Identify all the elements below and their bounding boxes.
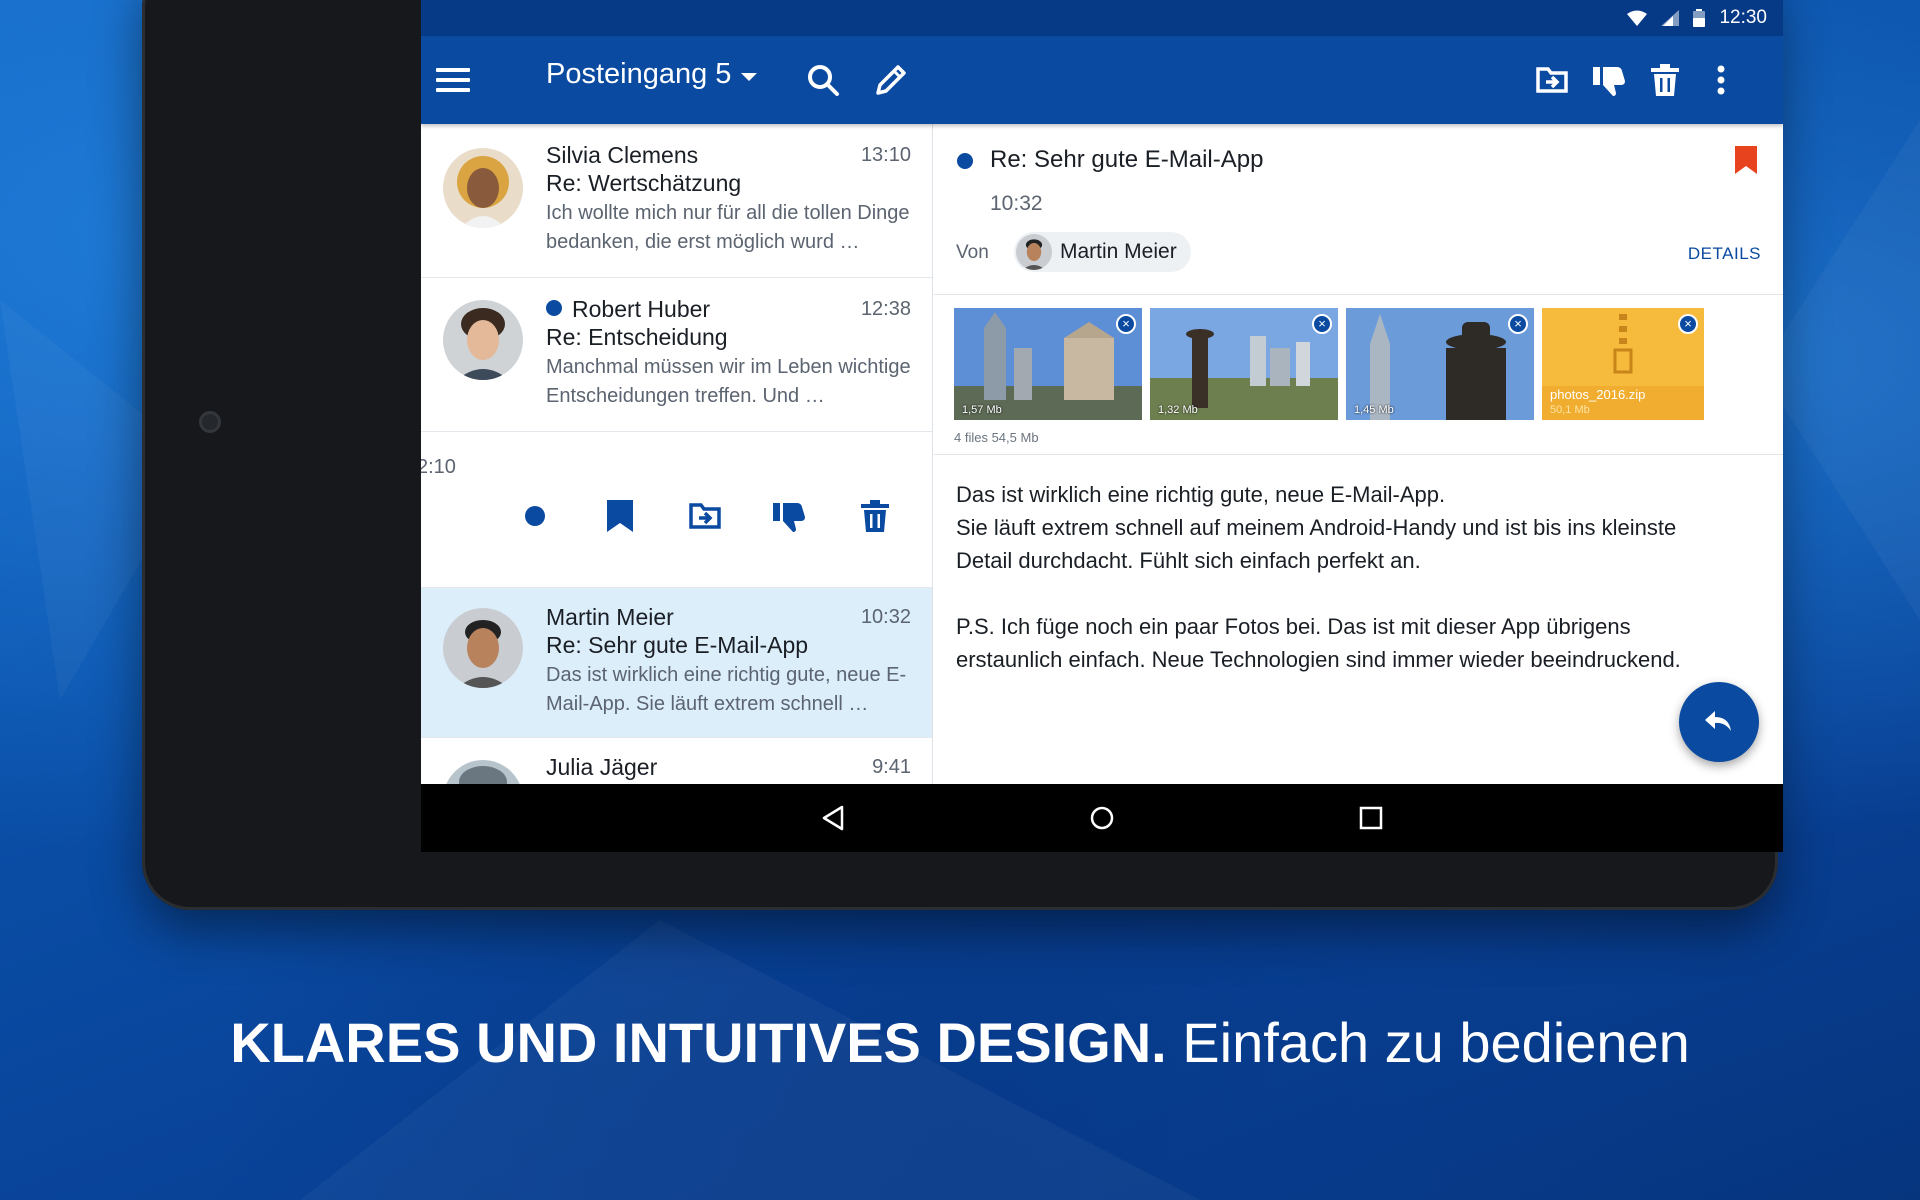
recents-icon[interactable] bbox=[1347, 794, 1395, 842]
sender-chip-name: Martin Meier bbox=[1060, 240, 1177, 263]
detail-time: 10:32 bbox=[990, 192, 1043, 215]
attachment-size: 50,1 Mb bbox=[1550, 404, 1590, 416]
message-subject: Re: Entscheidung bbox=[546, 324, 728, 350]
sender-name: Silvia Clemens bbox=[546, 142, 699, 168]
remove-attachment-icon[interactable]: × bbox=[1312, 314, 1332, 334]
folder-selector[interactable]: Posteingang 5 bbox=[546, 58, 758, 91]
message-time: 10:32 bbox=[860, 606, 911, 628]
message-subject: Re: Wertschätzung bbox=[546, 170, 742, 196]
message-preview: Ich wollte mich nur für all die tollen D… bbox=[546, 202, 910, 253]
message-time: 9:41 bbox=[872, 756, 911, 778]
message-subject: Re: Sehr gute E-Mail-App bbox=[546, 632, 809, 658]
sender-name: Martin Meier bbox=[546, 604, 674, 630]
trash-icon[interactable] bbox=[1637, 52, 1693, 108]
search-icon[interactable] bbox=[795, 52, 851, 108]
message-body: Das ist wirklich eine richtig gute, neue… bbox=[956, 482, 1681, 672]
avatar bbox=[443, 760, 523, 784]
front-camera bbox=[199, 411, 221, 433]
avatar bbox=[1016, 234, 1052, 270]
spam-thumbs-down-icon[interactable] bbox=[1581, 52, 1637, 108]
avatar bbox=[443, 148, 523, 228]
background-facet bbox=[1760, 120, 1920, 620]
attachment-thumbnail[interactable]: 1,57 Mb × bbox=[954, 308, 1142, 420]
message-time: 13:10 bbox=[860, 144, 911, 166]
message-row[interactable]: Silvia Clemens 13:10 Re: Wertschätzung I… bbox=[421, 124, 932, 278]
signal-icon bbox=[1661, 10, 1680, 26]
move-to-folder-icon[interactable] bbox=[683, 494, 727, 538]
sender-name: Julia Jäger bbox=[546, 754, 658, 780]
menu-icon[interactable] bbox=[425, 52, 481, 108]
attachment-size: 1,32 Mb bbox=[1158, 404, 1198, 416]
status-bar: 12:30 bbox=[421, 0, 1783, 36]
divider bbox=[934, 294, 1783, 295]
back-icon[interactable] bbox=[809, 794, 857, 842]
wifi-icon bbox=[1627, 10, 1648, 26]
attachment-thumbnail[interactable]: 1,32 Mb × bbox=[1150, 308, 1338, 420]
reply-button[interactable] bbox=[1679, 682, 1759, 762]
message-list: Silvia Clemens 13:10 Re: Wertschätzung I… bbox=[421, 124, 933, 784]
zip-file-icon bbox=[1613, 314, 1633, 374]
message-row[interactable]: Robert Huber 12:38 Re: Entscheidung Manc… bbox=[421, 278, 932, 432]
home-icon[interactable] bbox=[1078, 794, 1126, 842]
detail-subject: Re: Sehr gute E-Mail-App bbox=[990, 146, 1264, 173]
status-time: 12:30 bbox=[1719, 7, 1767, 28]
message-detail: Re: Sehr gute E-Mail-App 10:32 Von Marti… bbox=[934, 124, 1783, 784]
trash-icon[interactable] bbox=[853, 494, 897, 538]
sender-chip[interactable]: Martin Meier bbox=[1014, 232, 1191, 272]
sender-name: Robert Huber bbox=[546, 296, 710, 323]
chevron-down-icon bbox=[741, 72, 758, 81]
tagline-light: Einfach zu bedienen bbox=[1182, 1011, 1690, 1074]
battery-icon bbox=[1693, 9, 1706, 27]
overflow-menu-icon[interactable] bbox=[1693, 52, 1749, 108]
unread-dot-icon bbox=[546, 300, 562, 316]
marketing-tagline: KLARES UND INTUITIVES DESIGN. Einfach zu… bbox=[0, 1010, 1920, 1075]
message-row[interactable]: Martin Meier 10:32 Re: Sehr gute E-Mail-… bbox=[421, 588, 932, 738]
compose-pencil-icon[interactable] bbox=[863, 52, 919, 108]
navigation-bar bbox=[421, 784, 1783, 852]
message-preview: Manchmal müssen wir im Leben wichtige En… bbox=[546, 356, 911, 407]
swiped-row-time: 2:10 bbox=[421, 456, 456, 478]
message-row[interactable]: Julia Jäger 9:41 bbox=[421, 738, 932, 784]
remove-attachment-icon[interactable]: × bbox=[1678, 314, 1698, 334]
avatar bbox=[443, 300, 523, 380]
attachment-size: 1,57 Mb bbox=[962, 404, 1002, 416]
tagline-bold: KLARES UND INTUITIVES DESIGN. bbox=[230, 1011, 1167, 1074]
app-bar: Posteingang 5 bbox=[421, 36, 1783, 124]
reply-icon bbox=[1705, 711, 1731, 731]
avatar bbox=[443, 608, 523, 688]
remove-attachment-icon[interactable]: × bbox=[1508, 314, 1528, 334]
details-link[interactable]: DETAILS bbox=[1688, 244, 1761, 264]
message-time: 12:38 bbox=[860, 298, 911, 320]
device-screen: 12:30 Posteingang 5 Silvia Clemens 13:10… bbox=[421, 0, 1783, 852]
attachment-zip[interactable]: photos_2016.zip 50,1 Mb × bbox=[1542, 308, 1704, 420]
message-preview: Das ist wirklich eine richtig gute, neue… bbox=[546, 664, 907, 715]
divider bbox=[934, 454, 1783, 455]
attachment-thumbnail[interactable]: 1,45 Mb × bbox=[1346, 308, 1534, 420]
mark-unread-icon[interactable] bbox=[513, 494, 557, 538]
unread-dot-icon bbox=[957, 153, 973, 169]
attachments-summary: 4 files 54,5 Mb bbox=[954, 430, 1039, 445]
attachment-name: photos_2016.zip bbox=[1550, 387, 1646, 402]
folder-label: Posteingang 5 bbox=[546, 58, 732, 90]
attachment-size: 1,45 Mb bbox=[1354, 404, 1394, 416]
bookmark-icon[interactable] bbox=[598, 494, 642, 538]
tablet-frame: 12:30 Posteingang 5 Silvia Clemens 13:10… bbox=[142, 0, 1783, 910]
remove-attachment-icon[interactable]: × bbox=[1116, 314, 1136, 334]
move-to-folder-icon[interactable] bbox=[1524, 52, 1580, 108]
from-label: Von bbox=[956, 242, 989, 263]
bookmark-icon[interactable] bbox=[1735, 146, 1757, 174]
spam-thumbs-down-icon[interactable] bbox=[767, 494, 811, 538]
